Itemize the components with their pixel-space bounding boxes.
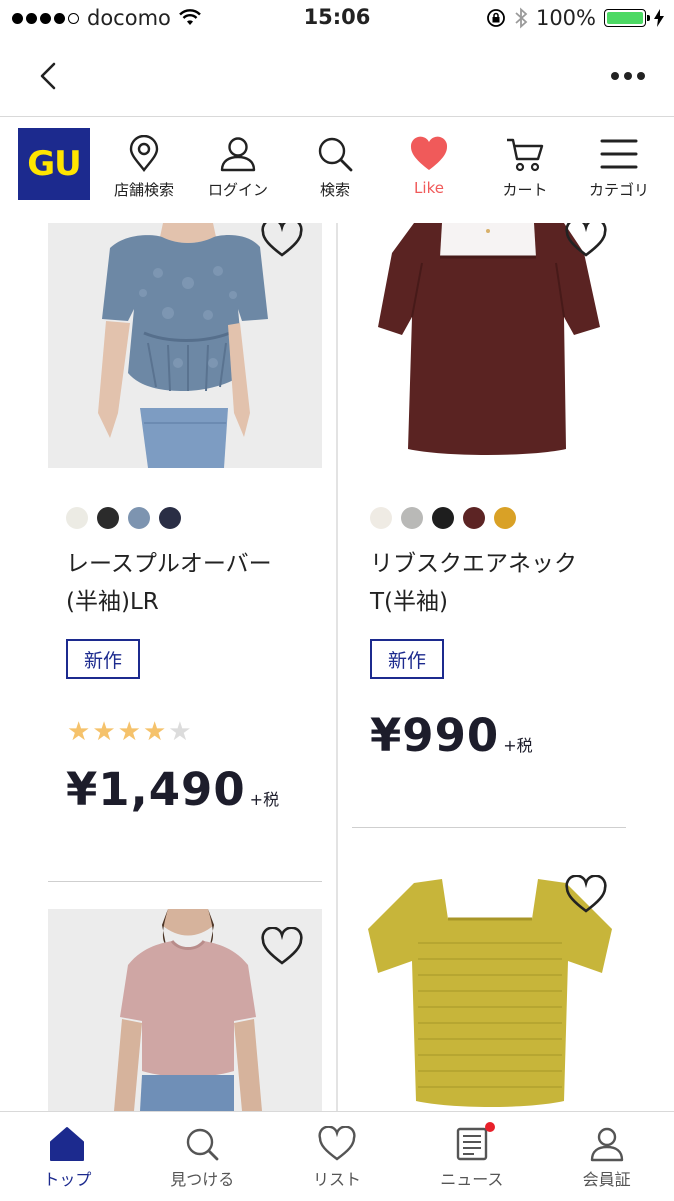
gu-logo[interactable]: GU	[18, 128, 90, 200]
favorite-heart-icon[interactable]	[564, 223, 608, 259]
more-options-button[interactable]	[608, 64, 648, 88]
bluetooth-icon	[515, 7, 528, 29]
favorite-heart-icon[interactable]	[260, 927, 304, 967]
status-right: 100%	[486, 6, 664, 30]
product-image-rib-squareneck-tee[interactable]	[352, 223, 626, 468]
app-header: GU 店舗検索 ログイン 検索 Like カート カテゴリ	[0, 117, 674, 223]
row-divider	[48, 881, 322, 882]
cart-icon	[507, 138, 544, 172]
brown-tshirt-image	[352, 223, 626, 468]
color-swatch[interactable]	[370, 507, 392, 529]
category-label: カテゴリ	[588, 181, 649, 199]
color-swatch[interactable]	[128, 507, 150, 529]
heart-icon	[410, 136, 448, 170]
rotation-lock-icon	[487, 9, 505, 27]
member-card-icon	[590, 1127, 623, 1162]
color-swatch[interactable]	[66, 507, 88, 529]
bottom-tab-bar: トップ 見つける リスト ニュース 会員証	[0, 1111, 674, 1201]
new-arrival-badge: 新作	[66, 639, 140, 679]
heart-icon	[318, 1126, 356, 1161]
blue-lace-blouse-image	[48, 223, 322, 468]
rating-stars: ★ ★ ★ ★ ★	[67, 719, 192, 745]
star-icon: ★	[67, 717, 91, 747]
menu-icon	[600, 139, 638, 169]
news-icon	[456, 1127, 487, 1161]
row-divider	[352, 827, 626, 828]
tab-top[interactable]: トップ	[0, 1112, 135, 1201]
cart-button[interactable]: カート	[477, 135, 573, 200]
tab-label: 会員証	[582, 1170, 631, 1189]
new-arrival-badge: 新作	[370, 639, 444, 679]
store-search-button[interactable]: 店舗検索	[96, 135, 192, 200]
search-button[interactable]: 検索	[287, 135, 383, 200]
search-icon	[318, 137, 353, 172]
person-icon	[220, 137, 256, 172]
location-pin-icon	[129, 135, 159, 172]
tab-label: トップ	[43, 1170, 92, 1189]
tax-label: +税	[503, 736, 533, 755]
tab-label: 見つける	[170, 1170, 235, 1189]
favorite-heart-icon[interactable]	[260, 223, 304, 259]
tab-news[interactable]: ニュース	[404, 1112, 539, 1201]
favorite-heart-icon[interactable]	[564, 875, 608, 915]
product-price: ¥1,490 +税	[66, 763, 280, 816]
search-icon	[186, 1128, 219, 1161]
color-swatches	[370, 507, 516, 529]
login-button[interactable]: ログイン	[190, 135, 286, 200]
tab-discover[interactable]: 見つける	[135, 1112, 270, 1201]
color-swatch[interactable]	[463, 507, 485, 529]
cart-label: カート	[502, 181, 548, 199]
product-name: レースプルオーバー (半袖)LR	[66, 551, 272, 615]
color-swatches	[66, 507, 181, 529]
column-divider	[336, 223, 338, 1111]
tab-label: リスト	[312, 1170, 361, 1189]
tax-label: +税	[249, 790, 280, 809]
star-icon: ★	[142, 717, 167, 747]
battery-percentage: 100%	[535, 6, 596, 30]
tab-label: ニュース	[440, 1170, 504, 1189]
notification-dot	[485, 1122, 496, 1132]
tab-list[interactable]: リスト	[270, 1112, 405, 1201]
navigation-bar	[0, 38, 674, 117]
star-icon: ★	[92, 717, 116, 747]
star-icon: ★	[117, 717, 141, 747]
ellipsis-icon	[611, 72, 619, 80]
like-button[interactable]: Like	[381, 135, 477, 197]
login-label: ログイン	[207, 181, 268, 199]
color-swatch[interactable]	[97, 507, 119, 529]
home-icon	[50, 1127, 85, 1161]
product-grid: レースプルオーバー (半袖)LR 新作 ★★★★★ ¥1,490+税	[0, 223, 674, 1111]
color-swatch[interactable]	[159, 507, 181, 529]
product-image-lace-pullover[interactable]	[48, 223, 322, 468]
back-button[interactable]	[30, 56, 70, 96]
chevron-left-icon	[40, 62, 56, 90]
tab-member-card[interactable]: 会員証	[539, 1112, 674, 1201]
charging-bolt-icon	[654, 9, 664, 27]
battery-fill	[607, 12, 643, 24]
search-label: 検索	[319, 181, 350, 199]
color-swatch[interactable]	[494, 507, 516, 529]
like-label: Like	[414, 179, 444, 197]
product-price: ¥990 +税	[370, 709, 533, 762]
category-button[interactable]: カテゴリ	[571, 135, 667, 200]
color-swatch[interactable]	[401, 507, 423, 529]
product-name: リブスクエアネック T(半袖)	[370, 551, 577, 615]
store-search-label: 店舗検索	[113, 181, 174, 199]
color-swatch[interactable]	[432, 507, 454, 529]
battery-icon	[604, 9, 650, 27]
star-icon: ★	[168, 717, 192, 747]
status-bar: docomo 15:06 100%	[0, 0, 674, 38]
